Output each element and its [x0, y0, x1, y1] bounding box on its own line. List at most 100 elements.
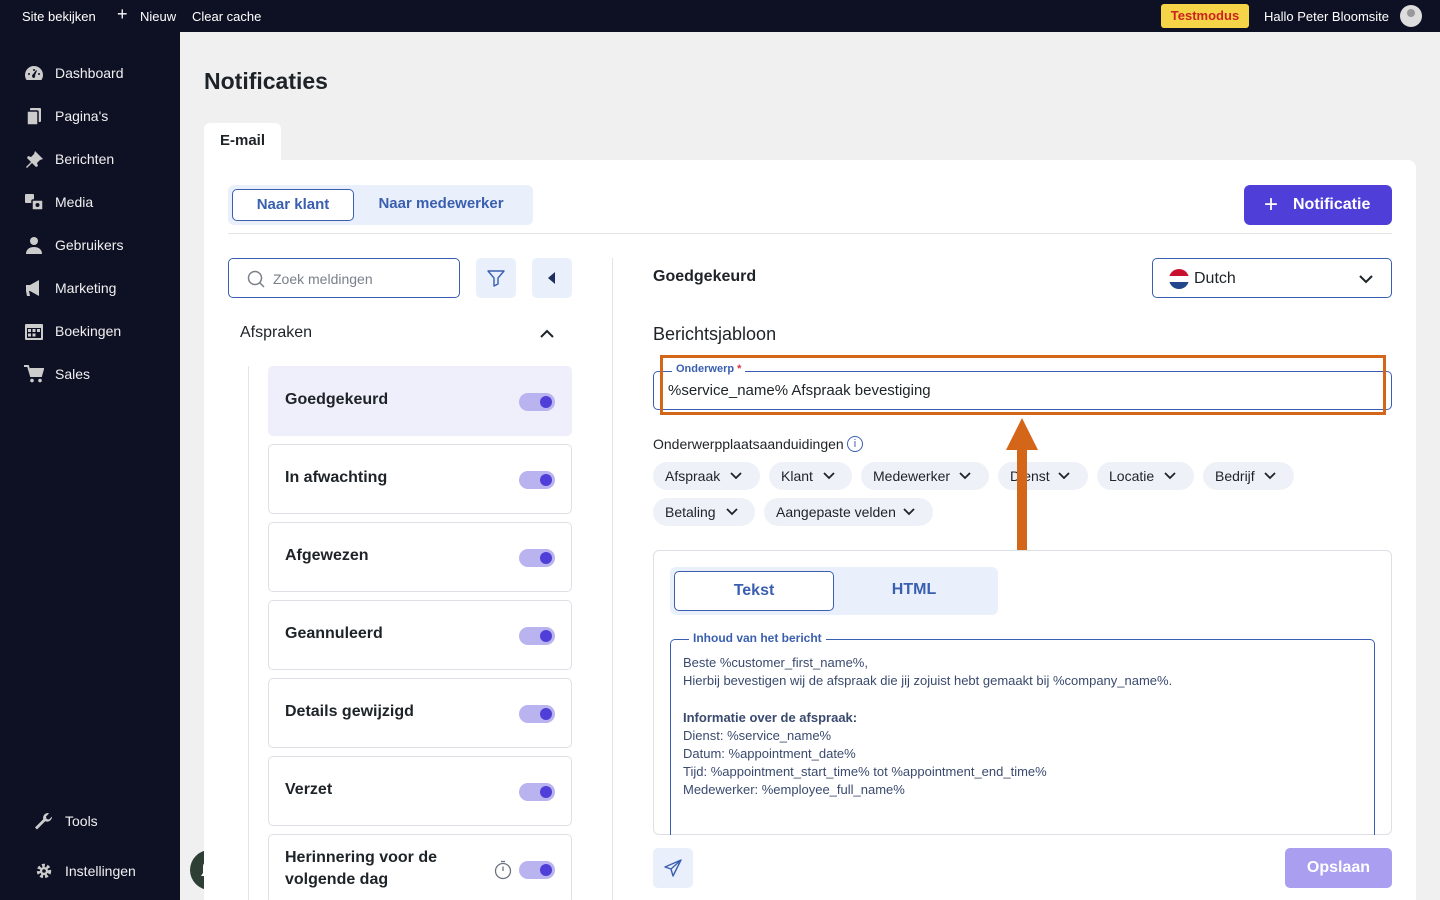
gear-icon [36, 863, 52, 879]
sidebar-item-marketing[interactable]: Marketing [0, 268, 180, 308]
notification-name: Goedgekeurd [285, 391, 389, 408]
pin-icon [26, 151, 43, 168]
cart-icon [24, 365, 44, 383]
tab-to-employee[interactable]: Naar medewerker [362, 189, 520, 221]
pages-icon [26, 108, 41, 125]
body-line: Dienst: %service_name% [683, 727, 832, 743]
placeholder-chip-appointment[interactable]: Afspraak [653, 462, 760, 490]
group-appointments[interactable]: Afspraken [240, 324, 312, 342]
chevron-down-icon [726, 508, 738, 516]
sidebar-item-dashboard[interactable]: Dashboard [0, 53, 180, 93]
sidebar-item-label: Boekingen [55, 323, 122, 339]
test-mode-badge: Testmodus [1161, 4, 1249, 28]
chip-label: Klant [781, 468, 813, 484]
sidebar-item-label: Tools [65, 813, 98, 829]
enable-toggle[interactable] [519, 861, 555, 879]
enable-toggle[interactable] [519, 705, 555, 723]
notification-name: In afwachting [285, 469, 388, 486]
tab-to-customer[interactable]: Naar klant [232, 189, 354, 221]
tree-line [248, 366, 249, 900]
avatar[interactable] [1400, 5, 1422, 27]
chevron-down-icon [823, 472, 835, 480]
add-notification-button[interactable]: + Notificatie [1244, 185, 1392, 225]
sidebar-item-label: Media [55, 194, 94, 210]
placeholder-chip-company[interactable]: Bedrijf [1203, 462, 1294, 490]
chevron-down-icon [1058, 472, 1070, 480]
collapse-list-button[interactable] [532, 258, 572, 298]
notification-item-approved[interactable]: Goedgekeurd [268, 366, 572, 436]
notification-name: Details gewijzigd [285, 703, 414, 720]
search-input[interactable]: Zoek meldingen [228, 258, 460, 298]
new-link[interactable]: Nieuw [140, 9, 176, 24]
notification-item-rejected[interactable]: Afgewezen [268, 522, 572, 592]
info-icon[interactable]: i [847, 436, 863, 452]
media-icon [25, 194, 44, 211]
admin-bar: Site bekijken + Nieuw Clear cache Testmo… [0, 0, 1440, 32]
notification-name: Geannuleerd [285, 625, 383, 642]
dashboard-icon [25, 66, 43, 80]
sidebar: Dashboard Pagina's Berichten Media Gebru… [0, 32, 180, 900]
message-body-label: Inhoud van het bericht [689, 631, 826, 645]
tab-html[interactable]: HTML [834, 571, 994, 611]
sidebar-item-sales[interactable]: Sales [0, 354, 180, 394]
save-button[interactable]: Opslaan [1285, 848, 1392, 888]
sidebar-item-users[interactable]: Gebruikers [0, 225, 180, 265]
enable-toggle[interactable] [519, 471, 555, 489]
tab-text[interactable]: Tekst [674, 571, 834, 611]
body-line: Hierbij bevestigen wij de afspraak die j… [683, 673, 1173, 689]
sidebar-item-media[interactable]: Media [0, 182, 180, 222]
filter-button[interactable] [476, 258, 516, 298]
arrow-up-annotation [1006, 418, 1038, 566]
chevron-up-icon[interactable] [539, 326, 555, 342]
notification-title: Goedgekeurd [653, 268, 757, 285]
sidebar-item-posts[interactable]: Berichten [0, 139, 180, 179]
enable-toggle[interactable] [519, 627, 555, 645]
sidebar-item-bookings[interactable]: Boekingen [0, 311, 180, 351]
placeholder-chip-location[interactable]: Locatie [1097, 462, 1194, 490]
notification-item-pending[interactable]: In afwachting [268, 444, 572, 514]
notification-item-reminder[interactable]: Herinnering voor de volgende dag [268, 834, 572, 900]
notification-name: Herinnering voor de volgende dag [285, 849, 438, 888]
sidebar-item-tools[interactable]: Tools [0, 801, 180, 841]
language-select[interactable]: Dutch [1152, 258, 1392, 298]
body-line: Beste %customer_first_name%, [683, 655, 868, 670]
netherlands-flag-icon [1169, 269, 1189, 289]
greeting[interactable]: Hallo Peter Bloomsite [1264, 9, 1389, 24]
enable-toggle[interactable] [519, 549, 555, 567]
placeholder-chip-payment[interactable]: Betaling [653, 498, 755, 526]
notification-item-rescheduled[interactable]: Verzet [268, 756, 572, 826]
notification-name: Afgewezen [285, 547, 369, 564]
clear-cache-link[interactable]: Clear cache [192, 9, 261, 24]
chip-label: Betaling [665, 504, 716, 520]
chevron-down-icon [1164, 472, 1176, 480]
highlight-box [660, 355, 1386, 415]
notification-item-canceled[interactable]: Geannuleerd [268, 600, 572, 670]
view-site-link[interactable]: Site bekijken [22, 9, 96, 24]
enable-toggle[interactable] [519, 393, 555, 411]
plus-icon: + [117, 4, 128, 24]
body-line: Datum: %appointment_date% [683, 745, 856, 761]
message-body-text: Beste %customer_first_name%, Hierbij bev… [683, 654, 1172, 800]
enable-toggle[interactable] [519, 783, 555, 801]
wrench-icon [35, 813, 53, 830]
sidebar-item-pages[interactable]: Pagina's [0, 96, 180, 136]
notification-item-details-changed[interactable]: Details gewijzigd [268, 678, 572, 748]
sidebar-item-label: Marketing [55, 280, 117, 296]
sidebar-item-label: Gebruikers [55, 237, 124, 253]
tab-email[interactable]: E-mail [204, 123, 281, 163]
column-divider [612, 258, 613, 900]
placeholder-chip-customer[interactable]: Klant [769, 462, 852, 490]
chip-label: Aangepaste velden [776, 504, 896, 520]
chevron-down-icon [959, 472, 971, 480]
sidebar-item-settings[interactable]: Instellingen [0, 851, 180, 891]
chevron-down-icon [903, 508, 915, 516]
placeholder-chip-custom-fields[interactable]: Aangepaste velden [764, 498, 933, 526]
message-body-field[interactable]: Inhoud van het bericht Beste %customer_f… [670, 631, 1375, 835]
timer-icon [494, 860, 512, 880]
add-notification-label: Notificatie [1293, 196, 1371, 213]
chip-label: Locatie [1109, 468, 1155, 484]
body-line [683, 690, 1172, 708]
placeholder-chip-employee[interactable]: Medewerker [861, 462, 989, 490]
send-test-button[interactable] [653, 848, 693, 888]
body-line: Informatie over de afspraak: [683, 709, 858, 725]
